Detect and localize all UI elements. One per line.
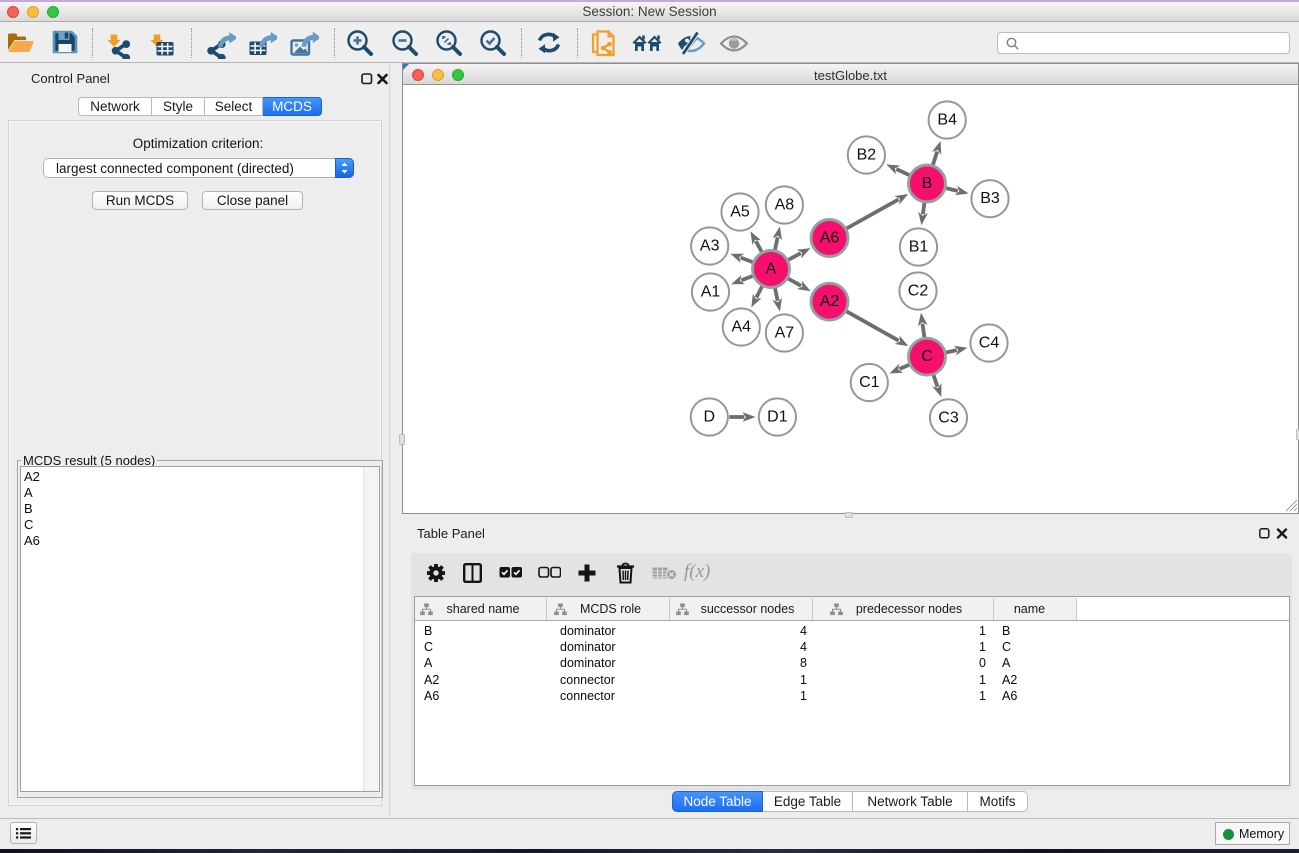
svg-text:C4: C4 <box>979 335 1000 352</box>
svg-text:C1: C1 <box>859 374 880 391</box>
svg-text:A2: A2 <box>820 293 840 310</box>
svg-text:B2: B2 <box>857 147 877 164</box>
svg-text:A8: A8 <box>775 197 795 214</box>
svg-text:A4: A4 <box>732 319 752 336</box>
svg-text:D: D <box>704 409 716 426</box>
svg-text:A6: A6 <box>820 230 840 247</box>
svg-text:B1: B1 <box>909 239 929 256</box>
svg-text:B4: B4 <box>937 112 957 129</box>
svg-text:A1: A1 <box>701 284 721 301</box>
svg-text:A: A <box>766 261 777 278</box>
svg-text:A5: A5 <box>730 204 750 221</box>
svg-text:C3: C3 <box>938 409 959 426</box>
svg-text:D1: D1 <box>767 409 788 426</box>
svg-text:A7: A7 <box>775 325 795 342</box>
svg-text:C2: C2 <box>908 283 929 300</box>
svg-text:A3: A3 <box>700 238 720 255</box>
svg-text:B: B <box>922 175 933 192</box>
svg-text:B3: B3 <box>980 190 1000 207</box>
svg-text:C: C <box>921 348 933 365</box>
